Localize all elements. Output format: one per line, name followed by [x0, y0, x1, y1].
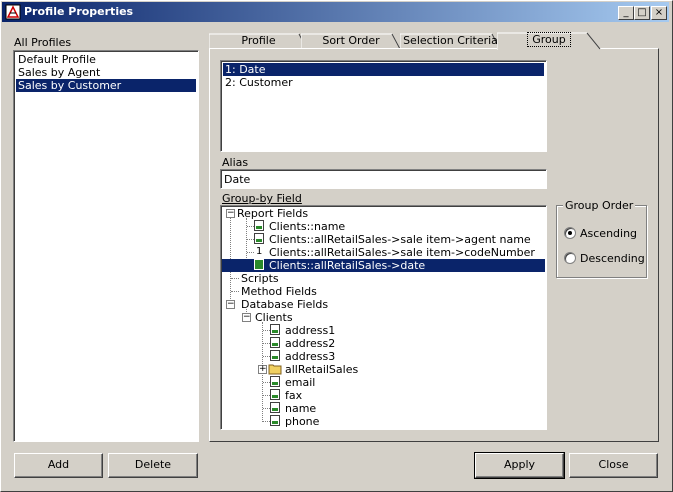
minimize-button[interactable]: _ — [618, 6, 634, 20]
alpha-field-icon — [270, 415, 280, 426]
alpha-field-icon — [270, 324, 280, 335]
alpha-field-icon — [270, 376, 280, 387]
tree-node[interactable]: name — [285, 402, 316, 415]
all-profiles-label: All Profiles — [14, 36, 72, 49]
descending-radio[interactable] — [564, 252, 576, 264]
tab-sort-order[interactable]: Sort Order — [301, 33, 401, 49]
expand-icon[interactable]: + — [258, 365, 267, 374]
add-button[interactable]: Add — [14, 453, 103, 478]
window-title: Profile Properties — [24, 5, 134, 18]
alias-field[interactable]: Date — [220, 169, 547, 189]
list-item[interactable]: 1: Date — [223, 63, 544, 76]
alpha-field-icon — [270, 389, 280, 400]
alpha-field-icon — [270, 337, 280, 348]
descending-label[interactable]: Descending — [580, 252, 645, 265]
tree-node-method-fields[interactable]: Method Fields — [241, 285, 317, 298]
tree-node-scripts[interactable]: Scripts — [241, 272, 279, 285]
group-order-box — [556, 205, 647, 278]
tree-node[interactable]: address2 — [285, 337, 335, 350]
ascending-radio[interactable] — [564, 227, 576, 239]
group-by-field-label: Group-by Field — [222, 192, 302, 205]
tab-label: Group — [527, 32, 571, 47]
tree-node[interactable]: Clients::allRetailSales->date — [269, 259, 425, 272]
apply-button[interactable]: Apply — [474, 452, 565, 479]
close-window-button[interactable]: × — [651, 6, 667, 20]
tree-node[interactable]: allRetailSales — [285, 363, 358, 376]
alias-value: Date — [224, 173, 251, 186]
tab-label: Profile — [241, 34, 276, 47]
tab-profile[interactable]: Profile — [209, 33, 308, 49]
maximize-icon: □ — [637, 7, 647, 18]
ascending-label[interactable]: Ascending — [580, 227, 637, 240]
group-list[interactable]: 1: Date 2: Customer — [220, 60, 547, 152]
tree-node[interactable]: email — [285, 376, 315, 389]
maximize-button[interactable]: □ — [634, 6, 650, 20]
tree-node[interactable]: Clients::name — [269, 220, 345, 233]
tree-node[interactable]: address1 — [285, 324, 335, 337]
tree-node-clients[interactable]: Clients — [255, 311, 293, 324]
group-by-tree[interactable]: − Report Fields Clients::name Clients::a… — [220, 205, 547, 430]
close-button[interactable]: Close — [569, 453, 658, 478]
tab-group[interactable]: Group — [497, 32, 601, 50]
alpha-field-icon — [254, 220, 264, 231]
tree-node[interactable]: address3 — [285, 350, 335, 363]
tab-label: Sort Order — [322, 34, 380, 47]
group-order-label: Group Order — [563, 199, 636, 212]
alpha-field-icon — [270, 350, 280, 361]
collapse-icon[interactable]: − — [226, 209, 235, 218]
list-item[interactable]: 2: Customer — [223, 76, 295, 89]
tree-node[interactable]: phone — [285, 415, 319, 428]
tree-node[interactable]: fax — [285, 389, 302, 402]
tab-selection-criteria[interactable]: Selection Criteria — [400, 33, 501, 49]
minimize-icon: _ — [623, 7, 629, 18]
profiles-list[interactable]: Default Profile Sales by Agent Sales by … — [13, 50, 199, 442]
list-item[interactable]: Sales by Agent — [16, 66, 102, 79]
number-field-icon: 1 — [256, 246, 263, 257]
tree-node[interactable]: Clients::allRetailSales->sale item->agen… — [269, 233, 531, 246]
tab-label: Selection Criteria — [403, 34, 498, 47]
alpha-field-icon — [254, 233, 264, 244]
folder-icon — [268, 364, 282, 375]
delete-button[interactable]: Delete — [108, 453, 198, 478]
collapse-icon[interactable]: − — [242, 313, 251, 322]
close-icon: × — [654, 7, 664, 18]
alias-label: Alias — [222, 156, 249, 169]
alpha-field-icon — [270, 402, 280, 413]
list-item[interactable]: Default Profile — [16, 53, 98, 66]
tree-node-database-fields[interactable]: Database Fields — [241, 298, 328, 311]
tree-node-report-fields[interactable]: Report Fields — [237, 207, 308, 220]
list-item[interactable]: Sales by Customer — [16, 79, 196, 92]
date-field-icon — [254, 259, 264, 270]
collapse-icon[interactable]: − — [226, 300, 235, 309]
tree-node[interactable]: Clients::allRetailSales->sale item->code… — [269, 246, 535, 259]
title-bar[interactable]: Profile Properties _ □ × — [2, 2, 669, 22]
app-icon — [5, 4, 21, 20]
